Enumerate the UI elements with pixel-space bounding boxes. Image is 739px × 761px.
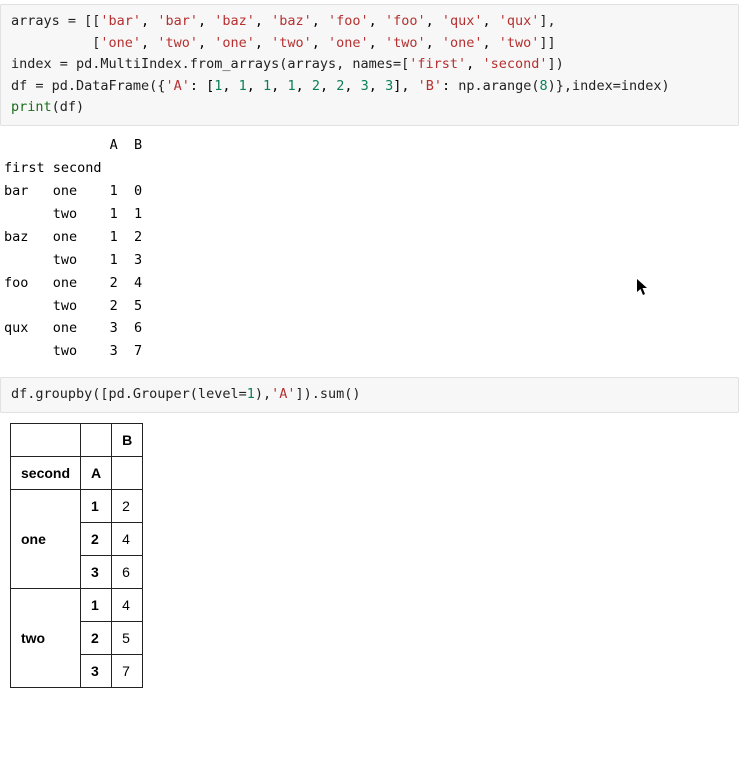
code-cell-1: arrays = [['bar', 'bar', 'baz', 'baz', '… (0, 4, 739, 126)
code-line-4: df = pd.DataFrame({'A': [1, 1, 1, 1, 2, … (11, 78, 670, 94)
html-output-table: B second A one 1 2 2 4 3 6 two 1 4 2 5 3… (10, 423, 143, 688)
group-two: two (11, 588, 81, 687)
col-B: B (112, 423, 143, 456)
code-cell-2: df.groupby([pd.Grouper(level=1),'A']).su… (0, 377, 739, 413)
table-row: two 1 4 (11, 588, 143, 621)
text-output-1: A B first second bar one 1 0 two 1 1 baz… (4, 134, 735, 363)
code-line-5: print(df) (11, 99, 84, 115)
table-row: one 1 2 (11, 489, 143, 522)
table-header-row-2: second A (11, 456, 143, 489)
code-line-1: df.groupby([pd.Grouper(level=1),'A']).su… (11, 386, 361, 402)
idx-second: second (11, 456, 81, 489)
code-line-3: index = pd.MultiIndex.from_arrays(arrays… (11, 56, 564, 72)
table-header-row-1: B (11, 423, 143, 456)
group-one: one (11, 489, 81, 588)
code-line-1: arrays = [['bar', 'bar', 'baz', 'baz', '… (11, 13, 556, 29)
code-line-2: ['one', 'two', 'one', 'two', 'one', 'two… (11, 35, 556, 51)
idx-A: A (81, 456, 112, 489)
